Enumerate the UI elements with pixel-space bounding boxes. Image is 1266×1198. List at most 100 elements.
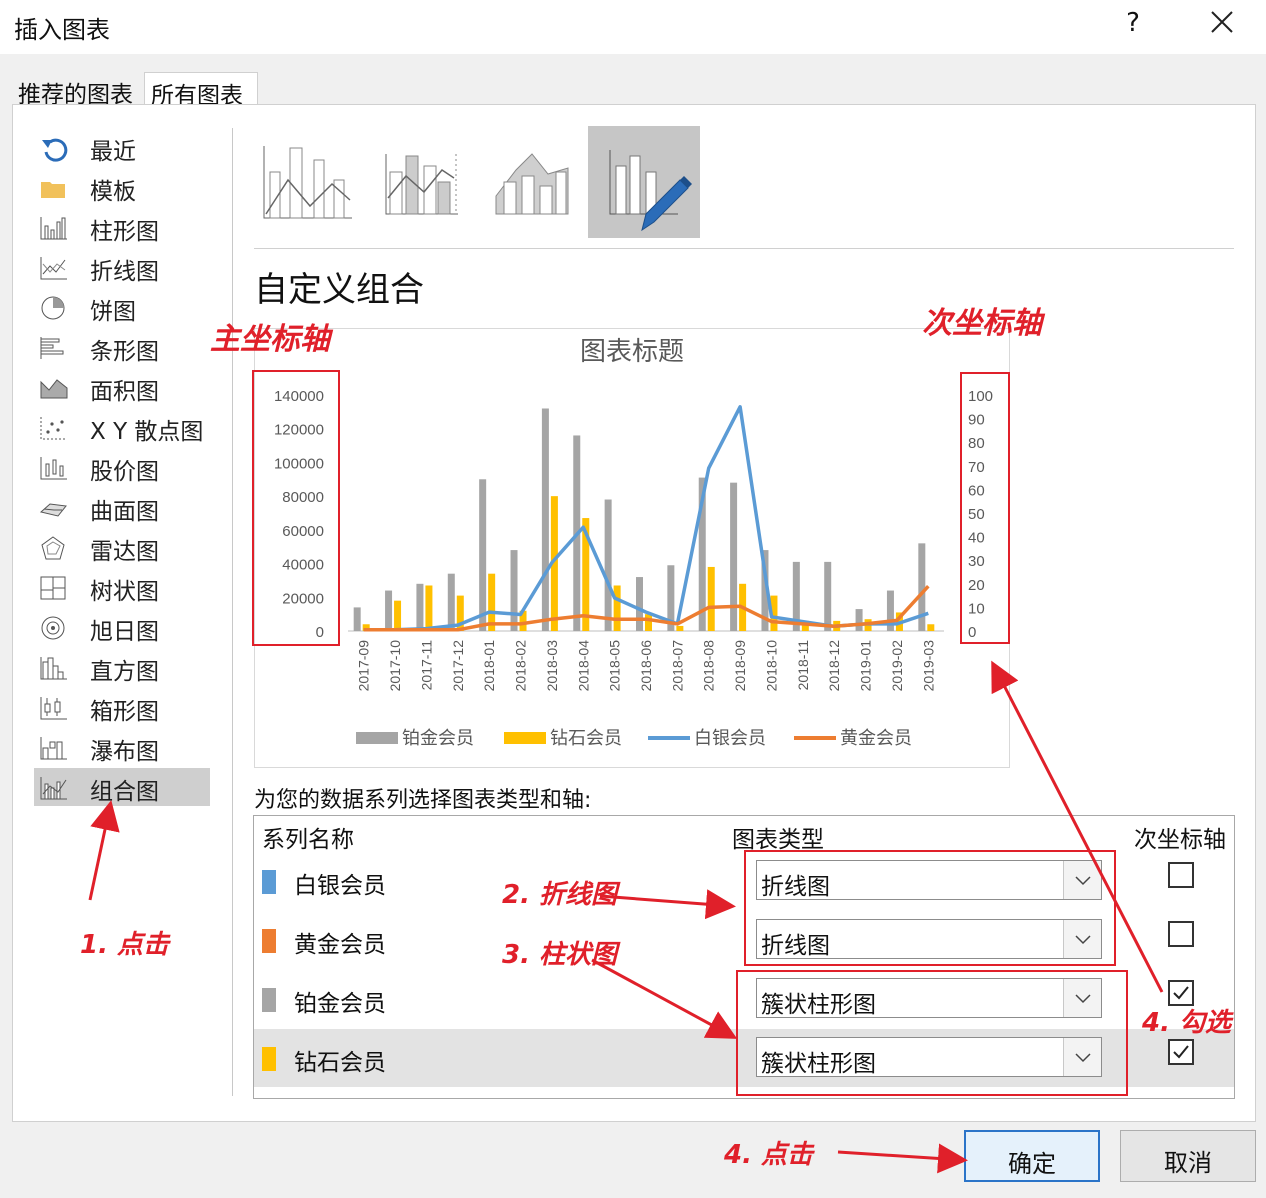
series-name: 白银会员 [294, 873, 386, 899]
category-item[interactable]: 旭日图 [34, 608, 210, 646]
x-tick-label: 2017-12 [450, 640, 466, 692]
bar-铂金会员 [510, 550, 518, 631]
category-item[interactable]: 面积图 [34, 368, 210, 406]
category-label: 组合图 [90, 779, 159, 805]
category-item[interactable]: 组合图 [34, 768, 210, 806]
arrow-step4-click [837, 1143, 968, 1174]
window-title: 插入图表 [14, 16, 110, 44]
category-label: 箱形图 [90, 699, 159, 725]
annotation-step4-check: 4. 勾选 [1142, 1008, 1232, 1038]
category-label: 曲面图 [90, 499, 159, 525]
radar-chart-icon [38, 534, 68, 560]
boxplot-chart-icon [38, 694, 68, 720]
secondary-axis-checkbox[interactable] [1168, 862, 1194, 888]
secondary-axis-checkbox[interactable] [1168, 1039, 1194, 1065]
category-label: 饼图 [90, 299, 136, 325]
title-bar: 插入图表 ? [0, 0, 1266, 54]
category-label: 最近 [90, 139, 136, 165]
bar-铂金会员 [541, 408, 549, 631]
bar-钻石会员 [425, 585, 433, 631]
x-tick-label: 2017-11 [418, 640, 434, 691]
sunburst-chart-icon [38, 614, 68, 640]
category-item[interactable]: 曲面图 [34, 488, 210, 526]
category-label: 模板 [90, 179, 136, 205]
bar-钻石会员 [927, 624, 935, 631]
close-icon [1211, 11, 1233, 33]
x-tick-label: 2019-03 [920, 640, 936, 692]
bar-铂金会员 [479, 479, 487, 631]
annotation-step3: 3. 柱状图 [502, 940, 618, 970]
bar-铂金会员 [855, 609, 863, 631]
x-tick-label: 2018-02 [513, 640, 529, 692]
series-color-swatch [262, 870, 276, 894]
ok-button[interactable]: 确定 [964, 1130, 1100, 1182]
header-series-name: 系列名称 [262, 827, 354, 853]
pie-chart-icon [38, 294, 68, 320]
category-label: 股价图 [90, 459, 159, 485]
series-name: 铂金会员 [294, 991, 386, 1017]
bar-钻石会员 [707, 566, 715, 631]
category-item[interactable]: 雷达图 [34, 528, 210, 566]
category-item[interactable]: 箱形图 [34, 688, 210, 726]
tab-recommended[interactable]: 推荐的图表 [12, 72, 144, 108]
category-item[interactable]: X Y 散点图 [34, 408, 210, 446]
category-label: 条形图 [90, 339, 159, 365]
surface-chart-icon [38, 494, 68, 520]
tab-all-charts[interactable]: 所有图表 [144, 72, 258, 109]
bar-铂金会员 [385, 590, 393, 631]
x-tick-label: 2018-04 [575, 640, 591, 692]
instruction-text: 为您的数据系列选择图表类型和轴: [254, 788, 592, 813]
close-button[interactable] [1206, 6, 1238, 38]
category-item[interactable]: 饼图 [34, 288, 210, 326]
vertical-divider [232, 128, 233, 1096]
combo-variant-3[interactable] [478, 126, 590, 238]
combo-variant-2[interactable] [366, 126, 478, 238]
bar-铂金会员 [447, 573, 455, 631]
category-item[interactable]: 直方图 [34, 648, 210, 686]
series-color-swatch [262, 1047, 276, 1071]
category-label: 雷达图 [90, 539, 159, 565]
stock-chart-icon [38, 454, 68, 480]
category-item[interactable]: 柱形图 [34, 208, 210, 246]
annotation-box-secondary-axis [960, 372, 1010, 644]
annotation-secondary-axis: 次坐标轴 [922, 306, 1042, 341]
bar-chart-icon [38, 334, 68, 360]
cancel-button[interactable]: 取消 [1120, 1130, 1256, 1182]
combo-variant-1[interactable] [254, 126, 366, 238]
category-item[interactable]: 模板 [34, 168, 210, 206]
combo-column-line-icon [263, 146, 352, 219]
annotation-step1: 1. 点击 [80, 930, 170, 960]
series-color-swatch [262, 929, 276, 953]
chart-title: 图表标题 [580, 336, 684, 366]
category-item[interactable]: 瀑布图 [34, 728, 210, 766]
category-item[interactable]: 最近 [34, 128, 210, 166]
bar-铂金会员 [416, 583, 424, 631]
checkmark-icon [1173, 986, 1189, 1000]
x-tick-label: 2018-12 [826, 640, 842, 692]
secondary-axis-checkbox[interactable] [1168, 921, 1194, 947]
combo-area-column-icon [495, 153, 569, 215]
category-item[interactable]: 折线图 [34, 248, 210, 286]
category-label: 旭日图 [90, 619, 159, 645]
bar-铂金会员 [636, 577, 643, 631]
bar-钻石会员 [645, 614, 652, 631]
folder-icon [38, 174, 68, 200]
category-item[interactable]: 条形图 [34, 328, 210, 366]
annotation-box-column-types [736, 970, 1128, 1096]
help-button[interactable]: ? [1121, 8, 1145, 38]
bar-铂金会员 [604, 499, 612, 631]
annotation-box-line-types [744, 850, 1116, 966]
scatter-chart-icon [38, 414, 68, 440]
category-item[interactable]: 树状图 [34, 568, 210, 606]
x-tick-label: 2018-06 [638, 640, 654, 692]
x-tick-label: 2018-11 [795, 640, 811, 691]
combo-variant-custom[interactable] [588, 126, 700, 238]
treemap-chart-icon [38, 574, 68, 600]
waterfall-chart-icon [38, 734, 68, 760]
category-item[interactable]: 股价图 [34, 448, 210, 486]
bar-钻石会员 [394, 600, 402, 631]
x-tick-label: 2019-01 [858, 640, 874, 692]
legend-label: 钻石会员 [550, 728, 622, 748]
bar-铂金会员 [353, 607, 361, 631]
bar-铂金会员 [730, 482, 738, 631]
